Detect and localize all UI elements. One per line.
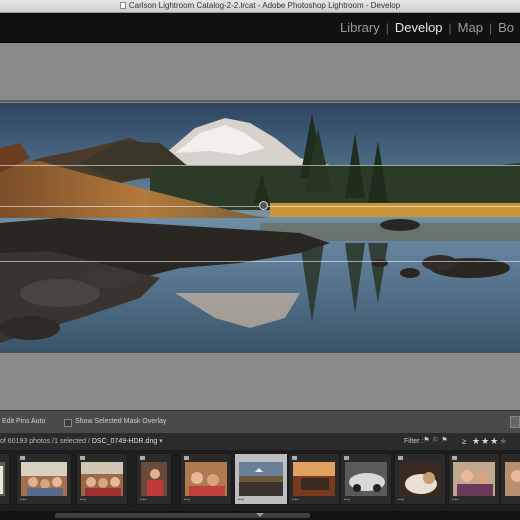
rating-filter-stars[interactable]: ★★★★ (472, 433, 508, 450)
thumb-dots: ▪▪▪ (184, 497, 191, 503)
thumb-family-1 (21, 462, 67, 496)
thumb-badge-icon (80, 456, 85, 460)
graduated-filter-top-line[interactable] (0, 165, 520, 166)
star-icon[interactable]: ★ (490, 436, 499, 446)
filmstrip-cell[interactable]: ▪▪▪ (180, 453, 232, 505)
toolbar-corner-button[interactable] (510, 416, 520, 428)
filmstrip-cell[interactable]: ▪▪▪ (16, 453, 72, 505)
window-title: Carlson Lightroom Catalog-2-2.lrcat - Ad… (0, 0, 520, 12)
thumb-dots: ▪▪▪ (398, 497, 405, 503)
flag-filter-group: ⚑ ⚐ ⚑ (423, 437, 448, 446)
thumb-dots: ▪▪▪ (20, 497, 27, 503)
star-icon[interactable]: ★ (481, 436, 490, 446)
filmstrip-cell[interactable]: ▪▪▪ (340, 453, 392, 505)
filmstrip-cell[interactable] (500, 453, 520, 505)
thumb-landscape-selected (239, 462, 283, 496)
thumb-badge-icon (452, 456, 457, 460)
thumb-dots: ▪▪▪ (344, 497, 351, 503)
photo-count-text: of 60193 photos /1 selected / (0, 438, 90, 445)
thumb-badge-icon (140, 456, 145, 460)
window-title-text: Carlson Lightroom Catalog-2-2.lrcat - Ad… (128, 1, 401, 10)
selected-filename: DSC_0749-HDR.dng (91, 438, 158, 445)
module-picker-bar: Library | Develop | Map | Bo (0, 13, 520, 43)
filmstrip-cell[interactable]: ▪▪▪ (394, 453, 446, 505)
thumb-family-2 (81, 462, 123, 496)
thumb-partial-right (505, 462, 520, 496)
thumb-partial-left (0, 462, 5, 496)
star-icon[interactable]: ★ (499, 436, 508, 446)
filmstrip-collapse-icon[interactable] (256, 513, 264, 517)
thumb-dots: ▪▪▪ (238, 497, 245, 503)
filmstrip-cell[interactable]: ▪▪▪ (0, 453, 10, 505)
thumb-family-3 (141, 462, 167, 496)
filmstrip-header: of 60193 photos /1 selected / DSC_0749-H… (0, 433, 520, 451)
thumb-room (293, 462, 335, 496)
filmstrip-cell[interactable]: ▪▪▪ (76, 453, 128, 505)
module-book[interactable]: Bo (492, 20, 520, 35)
image-top-edge (0, 100, 520, 102)
edit-pins-dropdown[interactable]: Auto (31, 411, 45, 433)
thumb-dots: ▪▪▪ (80, 497, 87, 503)
filmstrip-cell-selected[interactable]: ▪▪▪ (234, 453, 288, 505)
filmstrip-cell[interactable]: ▪▪▪ (448, 453, 500, 505)
edit-pins-label: Edit Pins : (2, 418, 34, 425)
thumb-family-4 (185, 462, 227, 496)
thumb-badge-icon (184, 456, 189, 460)
flag-pick-icon[interactable]: ⚑ (423, 437, 430, 445)
window-titlebar: Carlson Lightroom Catalog-2-2.lrcat - Ad… (0, 0, 520, 13)
thumb-dog (399, 462, 441, 496)
filter-label: Filter : (404, 438, 424, 445)
mask-overlay-label: Show Selected Mask Overlay (75, 418, 167, 425)
thumb-badge-icon (344, 456, 349, 460)
thumb-badge-icon (398, 456, 403, 460)
module-map[interactable]: Map (452, 20, 489, 35)
rating-operator[interactable]: ≥ (462, 433, 466, 450)
develop-work-area[interactable] (0, 43, 520, 410)
thumb-badge-icon (292, 456, 297, 460)
graduated-filter-bottom-line[interactable] (0, 261, 520, 262)
filmstrip-source-info[interactable]: of 60193 photos /1 selected / DSC_0749-H… (0, 433, 163, 450)
filmstrip-cell[interactable]: ▪▪▪ (136, 453, 172, 505)
mask-overlay-checkbox[interactable] (64, 419, 72, 427)
filmstrip-scrollbar[interactable] (0, 511, 520, 520)
mask-pin-icon[interactable] (259, 201, 268, 210)
develop-toolbar: Edit Pins : Auto Show Selected Mask Over… (0, 410, 520, 434)
filmstrip-cell[interactable]: ▪▪▪ (288, 453, 340, 505)
landscape-photo (0, 103, 520, 353)
filename-dropdown-icon[interactable]: ▾ (159, 438, 163, 445)
document-icon (119, 2, 126, 9)
thumb-car (345, 462, 387, 496)
filmstrip-scroll-thumb[interactable] (55, 513, 310, 518)
module-library[interactable]: Library (334, 20, 386, 35)
module-develop[interactable]: Develop (389, 20, 449, 35)
flag-unflagged-icon[interactable]: ⚐ (432, 437, 439, 445)
star-icon[interactable]: ★ (472, 436, 481, 446)
thumb-family-5 (453, 462, 495, 496)
flag-rejected-icon[interactable]: ⚑ (441, 437, 448, 445)
thumb-dots: ▪▪▪ (452, 497, 459, 503)
module-picker: Library | Develop | Map | Bo (334, 13, 520, 42)
thumb-dots: ▪▪▪ (292, 497, 299, 503)
filmstrip[interactable]: ▪▪▪ ▪▪▪ ▪▪▪ ▪▪▪ ▪▪▪ ▪▪▪ ▪▪▪ ▪▪▪ ▪▪▪ (0, 451, 520, 511)
main-photo[interactable] (0, 103, 520, 353)
thumb-dots: ▪▪▪ (140, 497, 147, 503)
thumb-badge-icon (20, 456, 25, 460)
